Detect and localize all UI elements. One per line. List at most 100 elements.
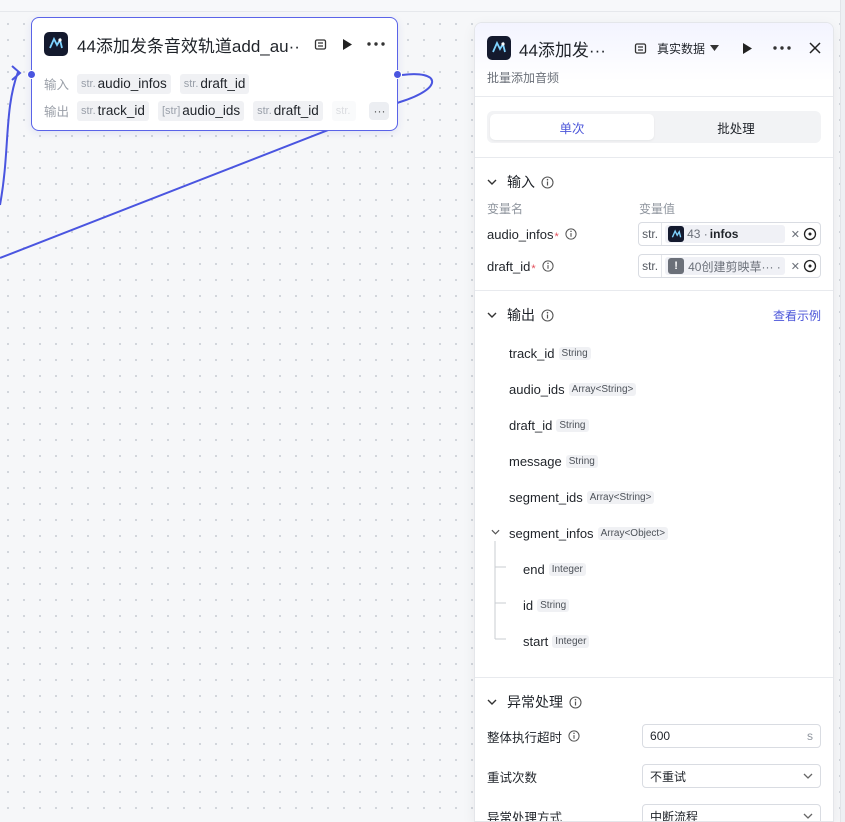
node-more-icon[interactable] (367, 42, 385, 46)
input-var-name: draft_id (487, 258, 531, 274)
output-field: segment_ids Array<String> (475, 479, 833, 515)
exception-mode-select[interactable]: 中断流程 (642, 804, 821, 821)
info-icon[interactable] (568, 730, 580, 742)
panel-description: 批量添加音频 (487, 71, 560, 85)
chevron-down-icon[interactable] (487, 312, 497, 318)
variable-reference-field[interactable]: str. 43 · infos ✕ (638, 222, 821, 246)
timeout-input[interactable]: 600 s (642, 724, 821, 748)
node-detail-panel: 44添加发··· 真实数据 批量添加音频 单次 批处理 输入 变量名 变量值 a… (474, 22, 834, 822)
workflow-node[interactable]: 44添加发条音效轨道add_au··· 输入 str. audio_infos s… (31, 17, 398, 131)
chevron-down-icon[interactable] (487, 179, 497, 185)
data-source-icon[interactable] (634, 42, 647, 55)
close-icon[interactable] (809, 42, 821, 54)
output-field: draft_id String (475, 407, 833, 443)
output-child-field: id String (475, 587, 833, 623)
run-mode-tabs: 单次 批处理 (487, 111, 821, 143)
column-header-name: 变量名 (487, 201, 524, 216)
output-field-expandable[interactable]: segment_infos Array<Object> (475, 515, 833, 551)
node-input-label: 输入 (44, 78, 70, 92)
type-badge: String (537, 598, 570, 612)
timeout-label: 整体执行超时 (487, 730, 563, 745)
type-badge: Array<Object> (597, 526, 669, 540)
info-icon[interactable] (541, 175, 554, 189)
chevron-down-icon (803, 773, 813, 779)
input-var-name: audio_infos (487, 226, 554, 242)
info-icon[interactable] (565, 228, 577, 240)
reference-chip[interactable]: 43 · infos (665, 225, 785, 243)
output-field: track_id String (475, 335, 833, 371)
required-mark: * (554, 231, 559, 243)
output-section-title: 输出 (507, 307, 535, 323)
node-output-label: 输出 (44, 105, 70, 119)
output-section: 输出 查看示例 track_id String audio_ids Array<St… (475, 291, 833, 659)
input-section-title: 输入 (507, 174, 535, 190)
type-badge: Array<String> (568, 382, 637, 396)
input-row: draft_id * str. ! 40创建剪映草··· · ✕ (475, 250, 833, 282)
exception-section-title: 异常处理 (507, 694, 563, 710)
plugin-logo-icon (487, 36, 511, 60)
input-section: 输入 变量名 变量值 audio_infos * str. 43 · infos… (475, 158, 833, 282)
exception-mode-label: 异常处理方式 (487, 810, 563, 822)
output-child-field: start Integer (475, 623, 833, 659)
tab-single[interactable]: 单次 (490, 114, 654, 140)
view-example-link[interactable]: 查看示例 (773, 307, 821, 324)
target-picker-icon[interactable] (803, 227, 817, 241)
node-output-tag: [str] audio_ids (157, 100, 245, 121)
node-title: 44添加发条音效轨道add_au··· (77, 36, 302, 56)
timeout-row: 整体执行超时 600 s (475, 716, 833, 756)
more-outputs-button[interactable]: ··· (369, 101, 390, 120)
exception-section: 异常处理 整体执行超时 600 s 重试次数 不重试 异常处理方式 中断流程 (475, 678, 833, 822)
type-selector[interactable]: str. (639, 223, 663, 245)
panel-more-icon[interactable] (773, 46, 791, 50)
retry-label: 重试次数 (487, 770, 538, 785)
input-row: audio_infos * str. 43 · infos ✕ (475, 218, 833, 250)
type-badge: String (558, 346, 591, 360)
node-output-port[interactable] (393, 70, 402, 79)
type-selector[interactable]: str. (639, 255, 663, 277)
output-field: message String (475, 443, 833, 479)
retry-select[interactable]: 不重试 (642, 764, 821, 788)
data-select-dropdown[interactable]: 真实数据 (657, 40, 719, 57)
tab-batch[interactable]: 批处理 (654, 114, 818, 140)
retry-row: 重试次数 不重试 (475, 756, 833, 796)
type-badge: Integer (548, 562, 586, 576)
warning-icon: ! (668, 258, 685, 274)
output-field: audio_ids Array<String> (475, 371, 833, 407)
node-output-tag: str. track_id (77, 100, 149, 121)
type-badge: Array<String> (586, 490, 655, 504)
required-mark: * (531, 263, 536, 275)
scrollbar-track[interactable] (840, 0, 845, 822)
node-input-tag: str. draft_id (179, 73, 250, 94)
node-output-row: 输出 str. track_id [str] audio_ids str. draft… (32, 97, 397, 124)
type-badge: Integer (552, 634, 590, 648)
chevron-down-icon[interactable] (487, 699, 497, 705)
panel-title: 44添加发··· (519, 40, 606, 60)
node-input-tag: str. audio_infos (77, 73, 171, 94)
info-icon[interactable] (541, 308, 554, 322)
column-header-value: 变量值 (639, 201, 676, 216)
variable-reference-field[interactable]: str. ! 40创建剪映草··· · ✕ (638, 254, 821, 278)
clear-icon[interactable]: ✕ (791, 260, 800, 273)
chevron-down-icon (803, 813, 813, 819)
caret-down-icon (710, 45, 719, 51)
panel-run-icon[interactable] (741, 42, 753, 55)
plugin-logo-icon (44, 32, 68, 56)
info-icon[interactable] (569, 695, 582, 709)
info-icon[interactable] (542, 260, 554, 272)
output-child-field: end Integer (475, 551, 833, 587)
clear-icon[interactable]: ✕ (791, 228, 800, 241)
node-input-row: 输入 str. audio_infos str. draft_id (32, 70, 397, 97)
node-output-tag: str. draft_id (253, 100, 323, 121)
type-badge: String (565, 454, 598, 468)
type-badge: String (556, 418, 589, 432)
node-output-tag: str. (331, 100, 357, 121)
chevron-down-icon[interactable] (491, 529, 500, 535)
exception-mode-row: 异常处理方式 中断流程 (475, 796, 833, 822)
node-run-icon[interactable] (341, 38, 353, 51)
node-storage-icon[interactable] (314, 38, 327, 51)
incoming-edge (0, 71, 19, 206)
plugin-logo-icon (668, 226, 685, 242)
target-picker-icon[interactable] (803, 259, 817, 273)
reference-chip[interactable]: ! 40创建剪映草··· · (665, 257, 785, 275)
node-input-port[interactable] (27, 70, 36, 79)
